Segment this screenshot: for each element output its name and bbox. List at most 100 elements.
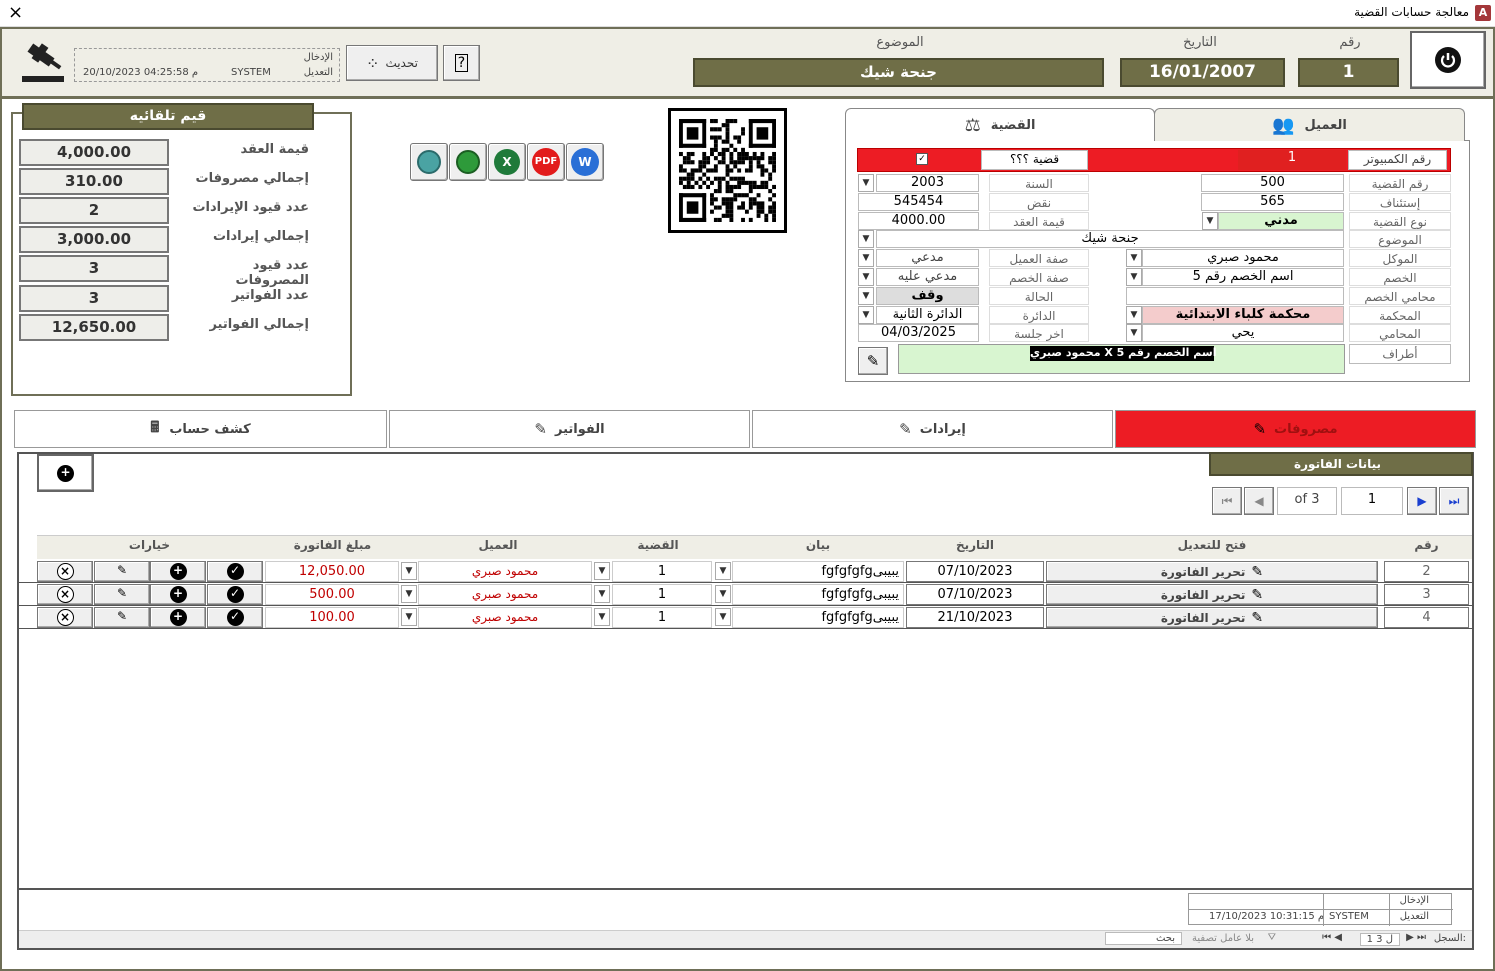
edit-button[interactable]: ✎ (94, 607, 150, 628)
record-bar-filter[interactable]: بلا عامل تصفية (1192, 933, 1254, 944)
power-button[interactable] (1410, 31, 1486, 89)
chevron-down-icon[interactable]: ▼ (401, 562, 417, 580)
chevron-down-icon[interactable]: ▼ (858, 230, 874, 248)
opponent-field[interactable]: اسم الخصم رقم 5 (1142, 268, 1344, 286)
chevron-down-icon[interactable]: ▼ (715, 585, 731, 603)
confirm-button[interactable]: ✓ (207, 607, 263, 628)
client-field[interactable]: محمود صبري (1142, 249, 1344, 267)
add-button[interactable]: + (150, 561, 206, 582)
row-description[interactable]: fgfgfgfgيبيبى (732, 584, 904, 605)
confirm-button[interactable]: ✓ (207, 561, 263, 582)
chevron-down-icon[interactable]: ▼ (1126, 268, 1142, 286)
case-kind-field[interactable]: مدني (1218, 212, 1344, 230)
row-date[interactable]: 07/10/2023 (906, 584, 1044, 605)
chevron-down-icon[interactable]: ▼ (715, 608, 731, 626)
cassation-field[interactable]: 545454 (858, 193, 979, 211)
row-date[interactable]: 21/10/2023 (906, 607, 1044, 628)
chevron-down-icon[interactable]: ▼ (858, 174, 874, 192)
case-number-field[interactable]: 500 (1201, 174, 1344, 192)
row-client[interactable]: محمود صبري (418, 584, 592, 605)
court-field[interactable]: محكمة كلباء الابتدائية (1142, 306, 1344, 324)
tab-expenses[interactable]: ✎ مصروفات (1115, 410, 1476, 448)
chevron-down-icon[interactable]: ▼ (594, 608, 610, 626)
add-button[interactable]: + (150, 584, 206, 605)
circuit-field[interactable]: الدائرة الثانية (876, 306, 979, 324)
client-role-field[interactable]: مدعي (876, 249, 979, 267)
tab-statement[interactable]: 🖩 كشف حساب (14, 410, 387, 448)
record-bar-nav-next-icons[interactable]: ▶ ⏭ (1406, 932, 1426, 943)
tab-case[interactable]: ⚖ القضية (845, 108, 1155, 141)
row-amount[interactable]: 12,050.00 (265, 561, 399, 582)
chevron-down-icon[interactable]: ▼ (858, 306, 874, 324)
close-button[interactable]: × (8, 2, 23, 23)
case-subject-field[interactable]: جنحة شيك (876, 230, 1344, 248)
chevron-down-icon[interactable]: ▼ (715, 562, 731, 580)
row-client[interactable]: محمود صبري (418, 561, 592, 582)
contract-field[interactable]: 4000.00 (858, 212, 979, 230)
row-case[interactable]: 1 (612, 561, 712, 582)
pen-icon: ✎ (116, 586, 128, 600)
case-checkbox[interactable]: ✓ (916, 153, 928, 165)
first-record-button[interactable]: ⏮ (1212, 487, 1242, 515)
record-bar-search[interactable]: بحث (1104, 932, 1182, 945)
refresh-button[interactable]: ⁘ تحديث (346, 45, 438, 81)
chevron-down-icon[interactable]: ▼ (594, 562, 610, 580)
word-export-button[interactable]: W (566, 143, 604, 181)
record-bar-position[interactable]: 1 ل 3 (1359, 933, 1400, 946)
row-description[interactable]: fgfgfgfgيبيبى (732, 561, 904, 582)
edit-button[interactable]: ✎ (94, 584, 150, 605)
tab-client[interactable]: 👥 العميل (1154, 108, 1465, 141)
last-session-field[interactable]: 04/03/2025 (858, 324, 979, 342)
add-button[interactable]: + (150, 607, 206, 628)
number-field[interactable]: 1 (1298, 58, 1399, 87)
edit-invoice-button[interactable]: تحرير الفاتورة ✎ (1046, 561, 1378, 582)
row-case[interactable]: 1 (612, 584, 712, 605)
row-client[interactable]: محمود صبري (418, 607, 592, 628)
chevron-down-icon[interactable]: ▼ (858, 268, 874, 286)
chevron-down-icon[interactable]: ▼ (858, 249, 874, 267)
row-date[interactable]: 07/10/2023 (906, 561, 1044, 582)
chevron-down-icon[interactable]: ▼ (401, 608, 417, 626)
delete-button[interactable]: × (37, 584, 93, 605)
row-amount[interactable]: 100.00 (265, 607, 399, 628)
chevron-down-icon[interactable]: ▼ (858, 287, 874, 305)
chevron-down-icon[interactable]: ▼ (1126, 306, 1142, 324)
chevron-down-icon[interactable]: ▼ (1126, 324, 1142, 342)
next-record-button[interactable]: ▶ (1407, 487, 1437, 515)
opponent-role-field[interactable]: مدعي عليه (876, 268, 979, 286)
pdf-export-button[interactable]: PDF (527, 143, 565, 181)
record-current-input[interactable]: 1 (1341, 487, 1403, 515)
year-field[interactable]: 2003 (876, 174, 979, 192)
preview-button[interactable] (449, 143, 487, 181)
edit-invoice-button[interactable]: تحرير الفاتورة ✎ (1046, 584, 1378, 605)
add-invoice-button[interactable]: + (37, 454, 94, 492)
subject-field[interactable]: جنحة شيك (693, 58, 1104, 87)
opp-lawyer-field[interactable] (1126, 287, 1344, 305)
edit-invoice-button[interactable]: تحرير الفاتورة ✎ (1046, 607, 1378, 628)
appeal-field[interactable]: 565 (1201, 193, 1344, 211)
row-description[interactable]: fgfgfgfgيبيبى (732, 607, 904, 628)
last-record-button[interactable]: ⏭ (1439, 487, 1469, 515)
chevron-down-icon[interactable]: ▼ (401, 585, 417, 603)
prev-record-button[interactable]: ◀ (1244, 487, 1274, 515)
delete-button[interactable]: × (37, 561, 93, 582)
tab-invoices[interactable]: ✎ الفواتير (389, 410, 750, 448)
confirm-button[interactable]: ✓ (207, 584, 263, 605)
tab-revenues[interactable]: ✎ إيرادات (752, 410, 1113, 448)
edit-button[interactable]: ✎ (94, 561, 150, 582)
record-bar-nav-icons[interactable]: ⏮ ◀ (1322, 932, 1342, 943)
excel-export-button[interactable]: X (488, 143, 526, 181)
date-field[interactable]: 16/01/2007 (1120, 58, 1285, 87)
row-case[interactable]: 1 (612, 607, 712, 628)
computer-number-value[interactable]: 1 (1238, 150, 1346, 170)
status-field[interactable]: وقف (876, 287, 979, 305)
row-amount[interactable]: 500.00 (265, 584, 399, 605)
chevron-down-icon[interactable]: ▼ (594, 585, 610, 603)
print-button[interactable] (410, 143, 448, 181)
edit-parties-button[interactable]: ✎ (858, 347, 888, 375)
help-button[interactable]: ? (443, 45, 480, 81)
lawyer-field[interactable]: يحي (1142, 324, 1344, 342)
chevron-down-icon[interactable]: ▼ (1202, 212, 1218, 230)
delete-button[interactable]: × (37, 607, 93, 628)
chevron-down-icon[interactable]: ▼ (1126, 249, 1142, 267)
